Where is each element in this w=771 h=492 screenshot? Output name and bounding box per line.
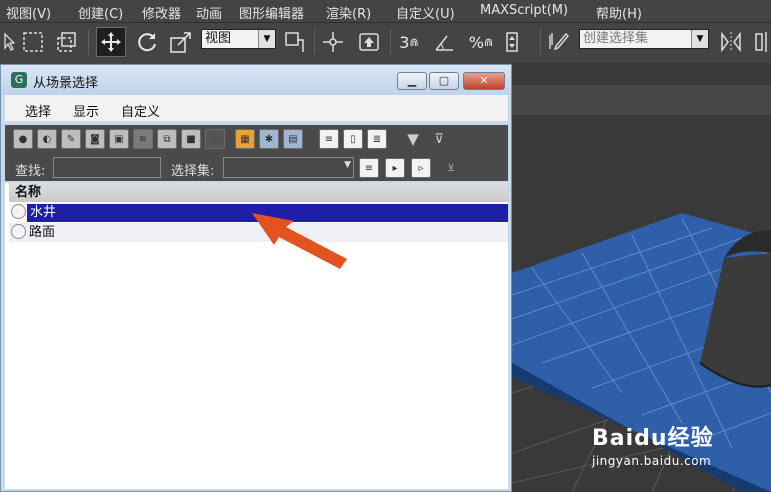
toolbar-separator bbox=[88, 29, 89, 55]
main-toolbar: 视图 ▼ 3 ⋒ % ⋒ 创建选择集 ▼ bbox=[0, 23, 771, 63]
mirror-icon[interactable] bbox=[718, 29, 744, 55]
menu-bar: 视图(V) 创建(C) 修改器 动画 图形编辑器 渲染(R) 自定义(U) MA… bbox=[0, 0, 771, 23]
display-none-icon[interactable]: ▯ bbox=[343, 129, 363, 149]
rotate-icon[interactable] bbox=[134, 29, 160, 55]
annotation-arrow-icon bbox=[252, 213, 347, 269]
display-lights-icon[interactable]: ✎ bbox=[61, 129, 81, 149]
angle-snap-icon[interactable] bbox=[432, 29, 458, 55]
menu-customize[interactable]: 自定义(U) bbox=[396, 3, 455, 22]
chevron-down-icon: ▼ bbox=[344, 160, 351, 170]
list-item-name: 路面 bbox=[29, 225, 56, 240]
minimize-button[interactable]: ▁ bbox=[397, 72, 427, 90]
named-selection-value: 创建选择集 bbox=[583, 31, 649, 46]
select-manipulate-icon[interactable] bbox=[320, 29, 346, 55]
display-all-icon[interactable]: ≡ bbox=[319, 129, 339, 149]
app-logo-icon: G bbox=[11, 72, 27, 88]
filter-icon[interactable]: ▼ bbox=[403, 129, 423, 149]
reference-coordinate-dropdown[interactable]: 视图 ▼ bbox=[201, 29, 276, 49]
percent-snap-label: % bbox=[468, 32, 484, 52]
select-pointer-icon[interactable] bbox=[0, 29, 18, 55]
filter-toolbar: ● ◐ ✎ ◙ ▣ ≋ ⧉ ■ ⁘ ▦ ✱ ▤ ≡ ▯ ≣ ▼ ⊽ bbox=[5, 125, 508, 155]
toolbar-separator bbox=[314, 29, 315, 55]
chevron-down-icon: ▼ bbox=[691, 30, 708, 48]
watermark-url: jingyan.baidu.com bbox=[592, 454, 712, 468]
display-containers-icon[interactable]: ▦ bbox=[235, 129, 255, 149]
filter-settings-icon[interactable]: ⊽ bbox=[429, 129, 449, 149]
dialog-title: 从场景选择 bbox=[33, 76, 99, 91]
display-frozen-icon[interactable]: ✱ bbox=[259, 129, 279, 149]
display-bones-icon[interactable]: ⁘ bbox=[205, 129, 225, 149]
select-region-icon[interactable] bbox=[20, 29, 46, 55]
display-spacewarps-icon[interactable]: ≋ bbox=[133, 129, 153, 149]
object-type-icon bbox=[11, 204, 26, 219]
selection-set-options-icon[interactable]: ⊻ bbox=[441, 158, 461, 178]
menu-help[interactable]: 帮助(H) bbox=[596, 3, 642, 22]
percent-snap-icon[interactable]: % ⋒ bbox=[468, 29, 494, 55]
menu-view[interactable]: 视图(V) bbox=[6, 3, 51, 22]
menu-maxscript[interactable]: MAXScript(M) bbox=[480, 3, 568, 18]
find-input[interactable] bbox=[53, 157, 161, 178]
object-type-icon bbox=[11, 224, 26, 239]
selection-set-dropdown[interactable]: ▼ bbox=[223, 157, 354, 178]
menu-rendering[interactable]: 渲染(R) bbox=[326, 3, 371, 22]
name-column-header[interactable]: 名称 bbox=[9, 183, 508, 202]
move-icon[interactable] bbox=[96, 27, 126, 57]
display-cameras-icon[interactable]: ◙ bbox=[85, 129, 105, 149]
watermark: Baidu经验 jingyan.baidu.com bbox=[592, 420, 714, 468]
display-xrefs-icon[interactable]: ■ bbox=[181, 129, 201, 149]
keyboard-shortcut-icon[interactable] bbox=[356, 29, 382, 55]
window-crossing-icon[interactable] bbox=[54, 29, 80, 55]
chevron-down-icon: ▼ bbox=[258, 30, 275, 48]
toolbar-separator bbox=[390, 29, 391, 55]
snap-toggle-icon[interactable]: 3 ⋒ bbox=[396, 29, 422, 55]
spinner-snap-icon[interactable] bbox=[502, 29, 528, 55]
menu-customize[interactable]: 自定义 bbox=[121, 101, 160, 120]
maximize-button[interactable]: ▢ bbox=[429, 72, 459, 90]
menu-modifiers[interactable]: 修改器 bbox=[142, 3, 181, 22]
menu-graph-editors[interactable]: 图形编辑器 bbox=[239, 3, 304, 22]
align-icon[interactable] bbox=[750, 29, 771, 55]
display-shapes-icon[interactable]: ◐ bbox=[37, 129, 57, 149]
display-groups-icon[interactable]: ⧉ bbox=[157, 129, 177, 149]
snap-3d-label: 3 bbox=[399, 32, 410, 52]
named-selection-dropdown[interactable]: 创建选择集 ▼ bbox=[579, 29, 709, 49]
scale-icon[interactable] bbox=[168, 29, 194, 55]
menu-display[interactable]: 显示 bbox=[73, 101, 99, 120]
menu-animation[interactable]: 动画 bbox=[196, 3, 222, 22]
selection-set-edit-icon[interactable]: ≡ bbox=[359, 158, 379, 178]
selection-set-remove-icon[interactable]: ▹ bbox=[411, 158, 431, 178]
dialog-menu-bar: 选择 显示 自定义 bbox=[5, 95, 508, 121]
display-invert-icon[interactable]: ≣ bbox=[367, 129, 387, 149]
find-bar: 查找: 选择集: ▼ ≡ ▸ ▹ ⊻ bbox=[5, 155, 508, 181]
display-helpers-icon[interactable]: ▣ bbox=[109, 129, 129, 149]
selection-set-label: 选择集: bbox=[171, 164, 215, 179]
select-from-scene-dialog: G 从场景选择 ▁ ▢ ✕ 选择 显示 自定义 ● ◐ ✎ ◙ ▣ ≋ ⧉ ■ … bbox=[0, 64, 512, 492]
display-geometry-icon[interactable]: ● bbox=[13, 129, 33, 149]
menu-select[interactable]: 选择 bbox=[25, 101, 51, 120]
watermark-brand: Baidu经验 bbox=[592, 426, 714, 451]
close-button[interactable]: ✕ bbox=[463, 72, 505, 90]
display-hidden-icon[interactable]: ▤ bbox=[283, 129, 303, 149]
selection-set-add-icon[interactable]: ▸ bbox=[385, 158, 405, 178]
menu-create[interactable]: 创建(C) bbox=[78, 3, 123, 22]
pivot-center-icon[interactable] bbox=[282, 29, 308, 55]
reference-coordinate-value: 视图 bbox=[205, 31, 232, 46]
edit-named-selection-icon[interactable] bbox=[546, 29, 572, 55]
find-label: 查找: bbox=[15, 164, 46, 179]
dialog-titlebar[interactable]: G 从场景选择 ▁ ▢ ✕ bbox=[1, 65, 511, 95]
toolbar-separator bbox=[540, 29, 541, 55]
